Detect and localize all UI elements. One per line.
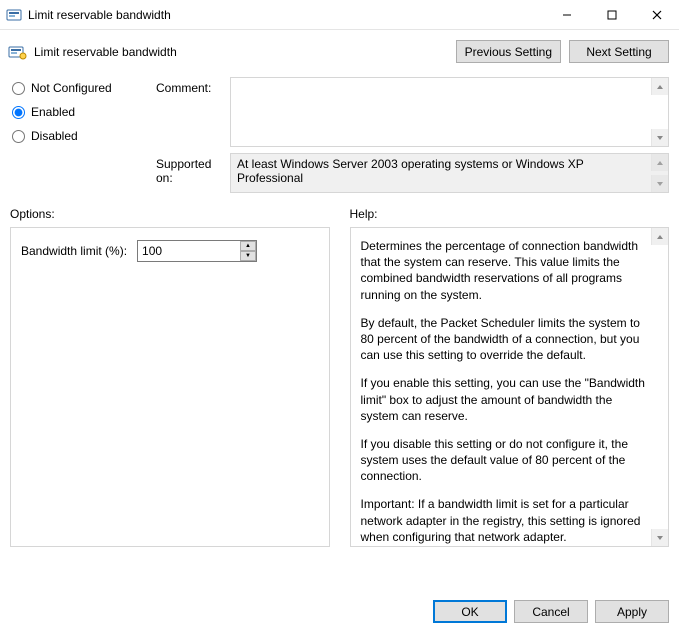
state-radio-group: Not Configured Enabled Disabled [12,77,152,147]
previous-setting-button[interactable]: Previous Setting [456,40,561,63]
comment-textarea[interactable] [231,78,651,146]
help-paragraph: If you enable this setting, you can use … [361,375,647,424]
maximize-button[interactable] [589,0,634,29]
options-label: Options: [10,207,330,221]
radio-not-configured[interactable]: Not Configured [12,81,152,95]
bandwidth-limit-input[interactable] [137,240,257,262]
help-panel: Determines the percentage of connection … [350,227,670,547]
help-paragraph: By default, the Packet Scheduler limits … [361,315,647,364]
supported-on-label: Supported on: [156,153,226,185]
scroll-down-icon[interactable] [651,529,668,546]
scroll-up-icon[interactable] [651,78,668,95]
radio-disabled[interactable]: Disabled [12,129,152,143]
radio-enabled-input[interactable] [12,106,25,119]
supported-on-text: At least Windows Server 2003 operating s… [237,157,584,185]
footer-buttons: OK Cancel Apply [433,600,669,623]
scroll-up-icon[interactable] [651,154,668,171]
close-button[interactable] [634,0,679,29]
bandwidth-limit-label: Bandwidth limit (%): [21,244,127,258]
radio-enabled[interactable]: Enabled [12,105,152,119]
scroll-up-icon[interactable] [651,228,668,245]
radio-not-configured-label: Not Configured [31,81,112,95]
apply-button[interactable]: Apply [595,600,669,623]
help-paragraph: If you disable this setting or do not co… [361,436,647,485]
radio-not-configured-input[interactable] [12,82,25,95]
radio-disabled-input[interactable] [12,130,25,143]
ok-button[interactable]: OK [433,600,507,623]
cancel-button[interactable]: Cancel [514,600,588,623]
help-label: Help: [350,207,670,221]
help-paragraph: Determines the percentage of connection … [361,238,647,303]
spinner-up-button[interactable]: ▲ [240,241,256,251]
app-icon [6,7,22,23]
window-title: Limit reservable bandwidth [28,8,544,22]
comment-label: Comment: [156,77,226,147]
header-row: Limit reservable bandwidth Previous Sett… [0,30,679,71]
minimize-button[interactable] [544,0,589,29]
policy-icon [8,44,28,60]
radio-disabled-label: Disabled [31,129,78,143]
help-paragraph: Important: If a bandwidth limit is set f… [361,496,647,545]
options-panel: Bandwidth limit (%): ▲ ▼ [10,227,330,547]
scroll-down-icon[interactable] [651,129,668,146]
next-setting-button[interactable]: Next Setting [569,40,669,63]
radio-enabled-label: Enabled [31,105,75,119]
policy-title: Limit reservable bandwidth [34,45,448,59]
supported-on-box: At least Windows Server 2003 operating s… [230,153,669,193]
spinner-down-button[interactable]: ▼ [240,251,256,261]
comment-box [230,77,669,147]
scroll-down-icon[interactable] [651,175,668,192]
title-bar: Limit reservable bandwidth [0,0,679,30]
